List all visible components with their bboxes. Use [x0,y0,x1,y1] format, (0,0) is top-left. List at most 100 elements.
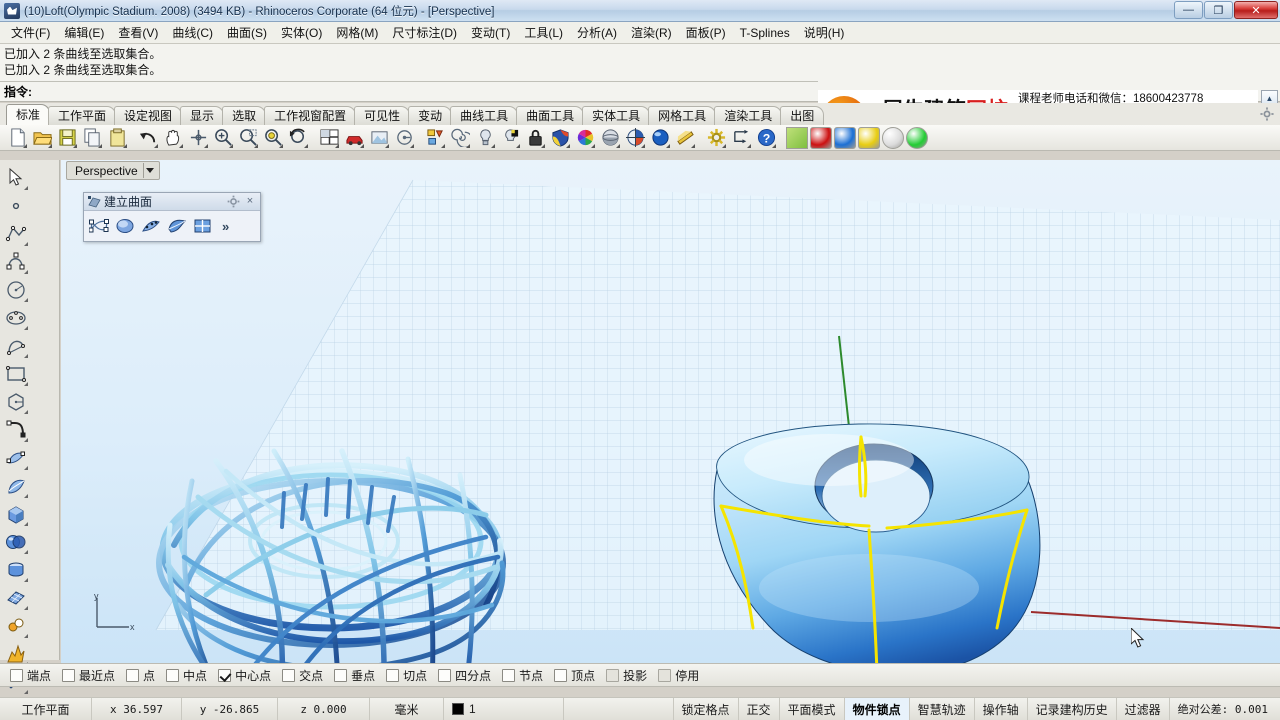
toolbar-tab-9[interactable]: 曲面工具 [516,106,585,125]
blue-material-swatch[interactable] [834,126,856,149]
surface-from-points-icon[interactable] [138,214,164,238]
yellow-material-swatch[interactable] [858,126,880,149]
create-surface-floating-toolbar[interactable]: 建立曲面 × » [83,192,261,242]
osnap-1[interactable]: 最近点 [62,667,115,684]
menu-item-2[interactable]: 查看(V) [111,23,165,43]
toolbar-tab-0[interactable]: 标准 [6,104,51,125]
move-icon[interactable] [187,127,209,149]
osnap-checkbox[interactable] [658,668,672,682]
point-icon[interactable] [2,192,30,220]
menu-item-14[interactable]: 说明(H) [797,23,852,43]
osnap-11[interactable]: 投影 [606,667,647,684]
status-layer[interactable]: 1 [444,698,564,720]
surface-from-curve-network-icon[interactable] [86,214,112,238]
toolbar-tab-2[interactable]: 设定视图 [114,106,183,125]
osnap-4[interactable]: 中心点 [218,667,271,684]
menu-item-10[interactable]: 分析(A) [570,23,624,43]
texture-swatch[interactable] [786,126,808,149]
color-wheel-icon[interactable] [574,127,596,149]
patch-surface-icon[interactable] [164,214,190,238]
menu-item-11[interactable]: 渲染(R) [624,23,679,43]
arc-icon[interactable] [2,332,30,360]
osnap-checkbox[interactable] [334,668,348,682]
osnap-checkbox[interactable] [10,668,23,682]
osnap-checkbox[interactable] [166,668,180,682]
osnap-12[interactable]: 停用 [658,667,699,684]
osnap-checkbox[interactable] [502,668,516,682]
floating-toolbar-close-icon[interactable]: × [244,194,256,208]
toolbar-tab-13[interactable]: 出图 [780,106,825,125]
minimize-button[interactable]: — [1174,1,1203,19]
spiral-icon[interactable] [449,127,471,149]
toolbar-tab-4[interactable]: 选取 [222,106,267,125]
status-toggle-6[interactable]: 记录建构历史 [1028,698,1117,720]
surface-from-planar-curves-icon[interactable] [112,214,138,238]
status-toggle-7[interactable]: 过滤器 [1117,698,1170,720]
toolbar-tab-5[interactable]: 工作视窗配置 [264,106,357,125]
perspective-viewport[interactable]: Perspective 建立曲面 × » x y [61,160,1280,663]
polyline-icon[interactable] [2,220,30,248]
osnap-checkbox[interactable] [282,668,296,682]
menu-item-3[interactable]: 曲线(C) [165,23,220,43]
shaded-sphere-icon[interactable] [599,127,621,149]
control-point-curve-icon[interactable] [2,248,30,276]
layer-icon[interactable] [424,127,446,149]
surface-grid-icon[interactable] [2,584,30,612]
surface-from-points-icon[interactable] [2,444,30,472]
paste-icon[interactable] [106,127,128,149]
sphere-boolean-icon[interactable] [2,528,30,556]
polygon-icon[interactable] [2,388,30,416]
layer-color-swatch[interactable] [452,703,464,715]
toolbar-tab-6[interactable]: 可见性 [354,106,411,125]
floating-toolbar-gear-icon[interactable] [227,195,240,208]
status-toggle-1[interactable]: 正交 [739,698,780,720]
cylinder-icon[interactable] [2,556,30,584]
menu-item-12[interactable]: 面板(P) [679,23,733,43]
lock-icon[interactable] [524,127,546,149]
status-toggle-5[interactable]: 操作轴 [975,698,1028,720]
red-material-swatch[interactable] [810,126,832,149]
save-icon[interactable] [56,127,78,149]
circle-icon[interactable] [2,276,30,304]
command-input[interactable] [52,84,812,99]
surface-from-edges-icon[interactable] [190,214,216,238]
toolbar-tab-3[interactable]: 显示 [180,106,225,125]
viewport-menu-chevron-down-icon[interactable] [142,163,157,178]
green-material-swatch[interactable] [906,126,928,149]
menu-item-6[interactable]: 网格(M) [329,23,385,43]
status-toggle-4[interactable]: 智慧轨迹 [910,698,975,720]
toolbar-options-gear-icon[interactable] [1260,107,1274,121]
rectangle-icon[interactable] [2,360,30,388]
status-units[interactable]: 毫米 [370,698,444,720]
zoom-window-icon[interactable] [237,127,259,149]
osnap-10[interactable]: 顶点 [554,667,595,684]
pan-hand-icon[interactable] [162,127,184,149]
light-shadow-icon[interactable] [499,127,521,149]
toolbar-tab-11[interactable]: 网格工具 [648,106,717,125]
menu-item-7[interactable]: 尺寸标注(D) [385,23,464,43]
ellipse-icon[interactable] [2,304,30,332]
osnap-checkbox[interactable] [218,668,232,682]
zoom-in-icon[interactable] [212,127,234,149]
help-icon[interactable]: ? [755,127,777,149]
menu-item-0[interactable]: 文件(F) [4,23,57,43]
menu-item-1[interactable]: 编辑(E) [57,23,111,43]
zoom-previous-icon[interactable] [287,127,309,149]
close-button[interactable]: ✕ [1234,1,1278,19]
floating-toolbar-more-icon[interactable]: » [222,219,229,234]
restore-button[interactable]: ❐ [1204,1,1233,19]
toolbar-tab-8[interactable]: 曲线工具 [450,106,519,125]
dimension-icon[interactable] [730,127,752,149]
osnap-6[interactable]: 垂点 [334,667,375,684]
render-sphere-icon[interactable] [649,127,671,149]
curve-fillet-icon[interactable] [2,416,30,444]
menu-item-8[interactable]: 变动(T) [464,23,517,43]
clipping-plane-icon[interactable] [674,127,696,149]
select-arrow-icon[interactable] [2,164,30,192]
osnap-0[interactable]: 端点 [10,667,51,684]
options-gear-icon[interactable] [705,127,727,149]
osnap-checkbox[interactable] [554,668,568,682]
menu-item-13[interactable]: T-Splines [733,23,797,43]
osnap-checkbox[interactable] [386,668,400,682]
status-toggle-2[interactable]: 平面模式 [780,698,845,720]
